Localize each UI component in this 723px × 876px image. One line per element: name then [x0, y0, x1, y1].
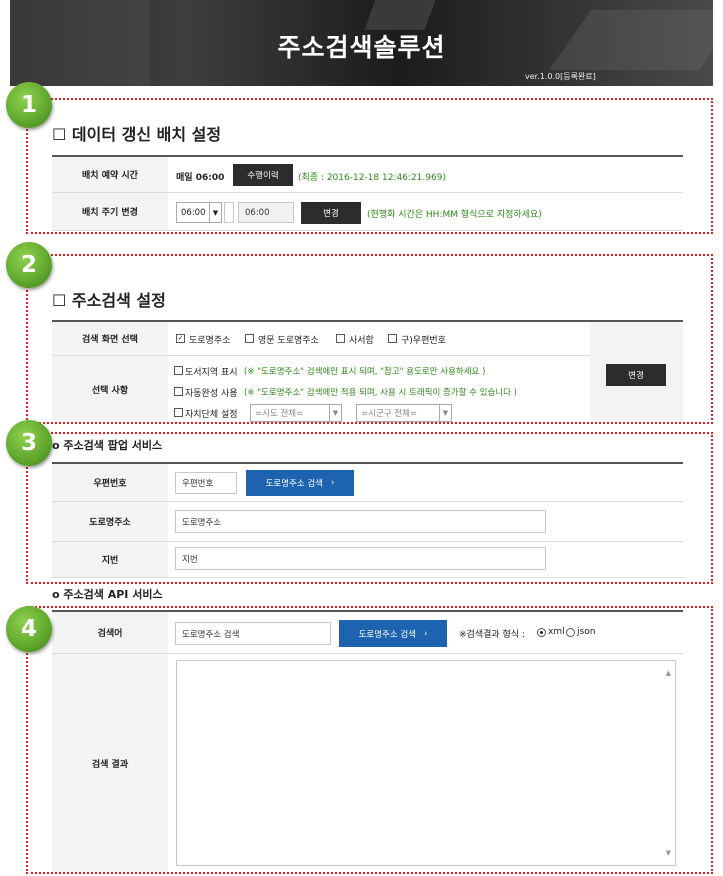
cycle-time-select-value: 06:00: [181, 207, 206, 218]
checkbox-autocomplete[interactable]: [174, 387, 183, 396]
checkbox-road[interactable]: ✓: [176, 334, 185, 343]
result-row: 검색 결과 ▲ ▼: [52, 654, 683, 872]
search-settings-title: ☐ 주소검색 설정: [52, 291, 166, 310]
batch-cycle-label: 배치 주기 변경: [52, 193, 168, 230]
popup-service-title: o 주소검색 팝업 서비스: [52, 439, 163, 452]
chevron-down-icon: ▼: [439, 405, 451, 421]
zip-row: 우편번호 우편번호 도로명주소 검색 ›: [52, 464, 683, 502]
cycle-time-select[interactable]: 06:00 ▼: [176, 202, 222, 223]
page-title: 주소검색솔루션: [277, 33, 446, 62]
radio-xml[interactable]: [537, 628, 546, 637]
step-badge-3: 3: [6, 420, 52, 466]
keyword-label: 검색어: [52, 612, 168, 653]
result-textarea[interactable]: ▲ ▼: [176, 660, 676, 866]
settings-change-button[interactable]: 변경: [606, 364, 666, 386]
road-address-label: 도로명주소: [52, 502, 168, 541]
checkbox-english-road[interactable]: [245, 334, 254, 343]
api-service-title: o 주소검색 API 서비스: [52, 588, 163, 601]
format-json-label: json: [577, 627, 596, 637]
screen-select-label: 검색 화면 선택: [52, 322, 168, 355]
island-note: (※ "도로명주소" 검색에만 표시 되며, "참고" 용도로만 사용하세요 ): [244, 367, 486, 377]
local-gov-label: 자치단체 설정: [185, 410, 238, 420]
chevron-down-icon: ▼: [329, 405, 341, 421]
history-button[interactable]: 수행이력: [233, 164, 293, 186]
batch-section-title: ☐ 데이터 갱신 배치 설정: [52, 125, 222, 144]
batch-reserve-value: 매일 06:00: [176, 173, 225, 183]
api-search-button[interactable]: 도로명주소 검색 ›: [339, 620, 447, 647]
chevron-right-icon: ›: [331, 478, 335, 488]
popup-search-label: 도로명주소 검색: [265, 479, 324, 489]
radio-json[interactable]: [566, 628, 575, 637]
cycle-time-input[interactable]: 06:00: [238, 202, 294, 223]
format-xml-label: xml: [548, 627, 565, 637]
popup-search-button[interactable]: 도로명주소 검색 ›: [246, 470, 354, 496]
keyword-input[interactable]: 도로명주소 검색: [175, 622, 331, 645]
scroll-up-icon[interactable]: ▲: [666, 669, 671, 677]
checkbox-island[interactable]: [174, 366, 183, 375]
sido-select[interactable]: =시도 전체= ▼: [250, 404, 342, 422]
jibun-input[interactable]: 지번: [175, 547, 546, 570]
jibun-row: 지번 지번: [52, 542, 683, 578]
batch-cycle-row: 배치 주기 변경 06:00 ▼ 06:00 변경 (현행화 시간은 HH:MM…: [52, 193, 683, 231]
road-address-row: 도로명주소 도로명주소: [52, 502, 683, 542]
road-address-input[interactable]: 도로명주소: [175, 510, 546, 533]
jibun-label: 지번: [52, 542, 168, 577]
zip-input[interactable]: 우편번호: [175, 472, 237, 494]
batch-change-button[interactable]: 변경: [301, 202, 361, 224]
sigungu-select-value: =시군구 전체=: [361, 409, 418, 419]
api-search-label: 도로명주소 검색: [358, 629, 417, 640]
screen-select-row: 검색 화면 선택 ✓ 도로명주소 영문 도로명주소 사서함 구)우편번호: [52, 322, 683, 356]
option-english-road-label: 영문 도로명주소: [258, 336, 319, 346]
step-badge-1: 1: [6, 82, 52, 128]
format-label: ※검색결과 형식 :: [459, 630, 525, 640]
batch-reserve-label: 배치 예약 시간: [52, 157, 168, 192]
select-options-row: 선택 사항 도서지역 표시 (※ "도로명주소" 검색에만 표시 되며, "참고…: [52, 322, 683, 422]
step-badge-2: 2: [6, 242, 52, 288]
sigungu-select[interactable]: =시군구 전체= ▼: [356, 404, 452, 422]
checkbox-old-zip[interactable]: [388, 334, 397, 343]
chevron-down-icon: ▼: [209, 203, 221, 222]
autocomplete-note: (※ "도로명주소" 검색에만 적용 되며, 사용 시 트래픽이 증가할 수 있…: [244, 388, 517, 398]
step-badge-4: 4: [6, 606, 52, 652]
autocomplete-label: 자동완성 사용: [185, 389, 238, 399]
checkbox-local-gov[interactable]: [174, 408, 183, 417]
cycle-blank-field[interactable]: [224, 202, 234, 223]
result-label: 검색 결과: [52, 654, 168, 872]
last-run-text: (최종 : 2016-12-18 12:46:21.969): [298, 173, 446, 183]
batch-reserve-row: 배치 예약 시간 매일 06:00 수행이력 (최종 : 2016-12-18 …: [52, 157, 683, 193]
select-options-label: 선택 사항: [52, 356, 168, 422]
version-label: ver.1.0.0[등록완료]: [525, 72, 596, 81]
option-pobox-label: 사서함: [349, 336, 374, 346]
cycle-note: (현행화 시간은 HH:MM 형식으로 지정하세요): [367, 210, 542, 220]
island-label: 도서지역 표시: [185, 368, 238, 378]
zip-label: 우편번호: [52, 464, 168, 501]
scroll-down-icon[interactable]: ▼: [666, 849, 671, 857]
chevron-right-icon: ›: [424, 628, 428, 639]
option-old-zip-label: 구)우편번호: [401, 336, 446, 346]
option-road-label: 도로명주소: [189, 336, 231, 346]
sido-select-value: =시도 전체=: [255, 409, 304, 419]
keyword-row: 검색어 도로명주소 검색 도로명주소 검색 › ※검색결과 형식 : xml j…: [52, 612, 683, 654]
checkbox-pobox[interactable]: [336, 334, 345, 343]
